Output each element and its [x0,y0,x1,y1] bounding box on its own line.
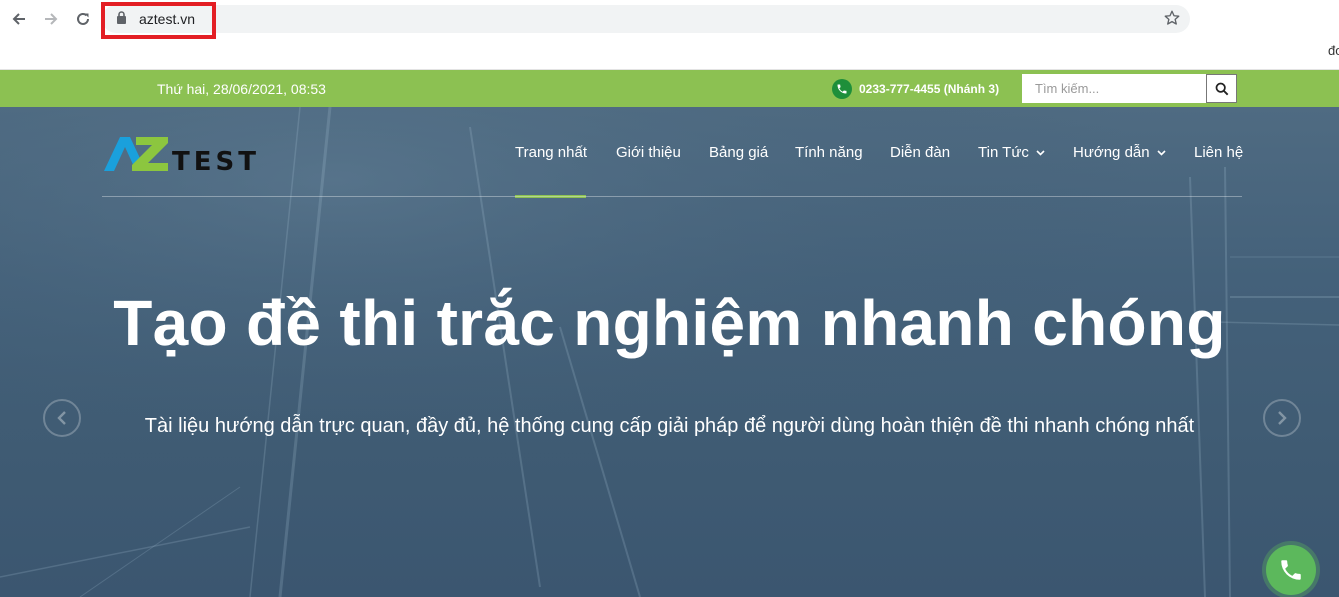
nav-label: Tin Tức [978,144,1029,161]
url-highlight-box [101,2,216,39]
phone-icon [1281,560,1301,580]
nav-divider [102,196,1242,197]
hero-title: Tạo đề thi trắc nghiệm nhanh chóng [113,287,1226,359]
nav-label: Hướng dẫn [1073,144,1150,161]
nav-label: Trang nhất [515,144,587,161]
browser-toolbar: aztest.vn đơ [0,0,1339,70]
nav-item-huong-dan[interactable]: Hướng dẫn [1073,144,1166,162]
search-input[interactable] [1022,74,1206,103]
back-arrow-icon[interactable] [8,8,30,30]
cropped-text: đơ [1328,43,1339,58]
address-bar[interactable] [102,5,1190,33]
nav-item-trang-nhat[interactable]: Trang nhất [515,144,587,162]
nav-item-gioi-thieu[interactable]: Giới thiệu [616,144,681,162]
nav-label: Giới thiệu [616,144,681,161]
hero-subtitle: Tài liệu hướng dẫn trực quan, đầy đủ, hệ… [144,415,1195,437]
slider-next-button[interactable] [1263,399,1301,437]
search-button[interactable] [1206,74,1237,103]
call-now-button[interactable] [1266,545,1316,595]
nav-item-dien-dan[interactable]: Diễn đàn [890,144,950,162]
forward-arrow-icon[interactable] [40,8,62,30]
hotline-number[interactable]: 0233-777-4455 (Nhánh 3) [859,81,999,97]
nav-item-bang-gia[interactable]: Bảng giá [709,144,768,162]
search-icon [1215,82,1228,95]
current-date: Thứ hai, 28/06/2021, 08:53 [157,81,326,97]
chevron-down-icon [1036,150,1045,156]
nav-item-tin-tuc[interactable]: Tin Tức [978,144,1045,162]
nav-item-lien-he[interactable]: Liên hệ [1194,144,1243,162]
reload-icon[interactable] [72,8,94,30]
nav-label: Diễn đàn [890,144,951,161]
hero-slider: TEST Trang nhất Giới thiệu Bảng giá Tính… [0,107,1339,597]
nav-label: Tính năng [795,144,863,161]
slider-prev-button[interactable] [43,399,81,437]
chevron-down-icon [1157,150,1166,156]
star-icon[interactable] [1163,9,1181,32]
top-info-bar: Thứ hai, 28/06/2021, 08:53 0233-777-4455… [0,70,1339,107]
chevron-right-icon [1278,411,1287,425]
nav-item-tinh-nang[interactable]: Tính năng [795,144,863,162]
nav-label: Bảng giá [709,144,769,161]
phone-icon [832,79,852,99]
chevron-left-icon [57,411,66,425]
main-navigation: Trang nhất Giới thiệu Bảng giá Tính năng… [0,144,1339,164]
nav-label: Liên hệ [1194,144,1244,161]
